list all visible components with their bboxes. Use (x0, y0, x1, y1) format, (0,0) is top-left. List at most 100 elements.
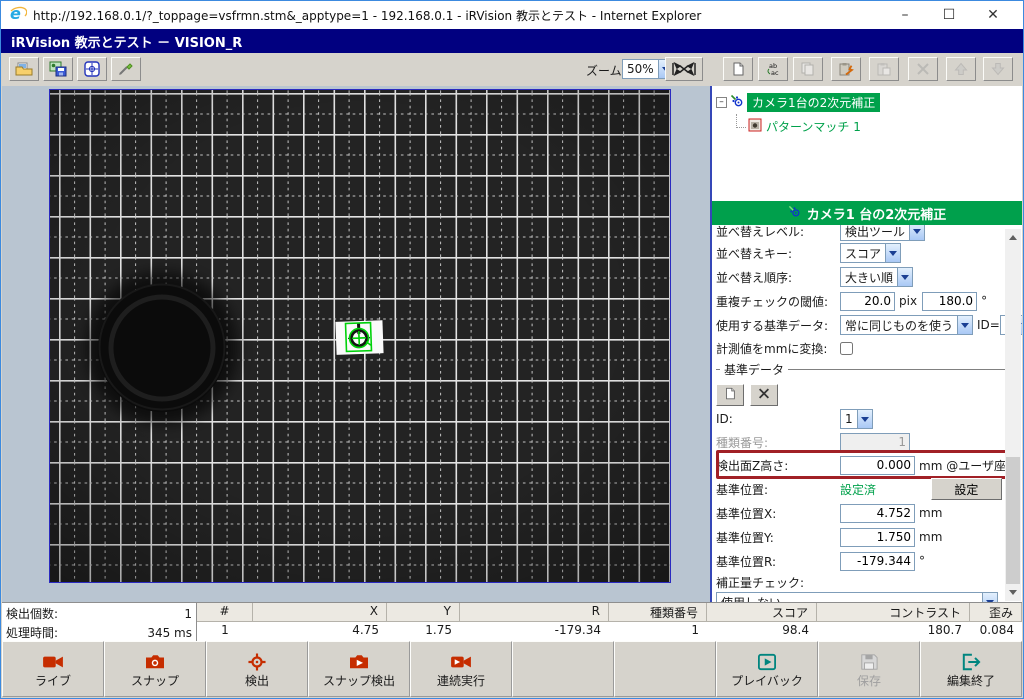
crosshair-grid-icon (83, 61, 101, 77)
ref-r-input[interactable] (840, 552, 915, 571)
scroll-thumb[interactable] (1006, 457, 1020, 585)
snap-button[interactable]: スナップ (104, 641, 206, 697)
panel-header: カメラ1 台の2次元補正 (712, 201, 1022, 225)
ref-data-group-label: 基準データ (720, 361, 788, 378)
close-button[interactable]: ✕ (971, 2, 1015, 28)
chevron-down-icon[interactable] (857, 410, 872, 428)
calibration-icon (730, 94, 744, 111)
sort-key-row: 並べ替えキー: スコア (716, 241, 1020, 265)
sort-order-row: 並べ替え順序: 大きい順 (716, 265, 1020, 289)
col-y: Y (387, 603, 460, 621)
dropper-button[interactable] (111, 57, 141, 81)
ref-data-select[interactable]: 常に同じものを使う (840, 315, 973, 335)
id-select[interactable]: 1 (840, 409, 873, 429)
fit-view-button[interactable] (665, 57, 703, 81)
tree-expander-icon[interactable]: – (716, 97, 727, 108)
live-icon (41, 651, 65, 673)
overlap-label: 重複チェックの閾値: (716, 293, 840, 310)
type-number-label: 種類番号: (716, 434, 840, 451)
tree-connector (736, 114, 746, 128)
chevron-down-icon[interactable] (909, 225, 924, 240)
continuous-run-icon (449, 651, 473, 673)
z-height-label: 検出面Z高さ: (716, 457, 840, 474)
scroll-up-arrow[interactable] (1005, 229, 1021, 246)
overlap-pix-input[interactable] (840, 292, 895, 311)
app-header: iRVision 教示とテスト － VISION_R (1, 29, 1023, 53)
chevron-down-icon[interactable] (897, 268, 912, 286)
col-index: # (197, 603, 253, 621)
process-time-label: 処理時間: (6, 624, 104, 641)
playback-button[interactable]: プレイバック (716, 641, 818, 697)
paste-icon (876, 62, 892, 76)
camera-image[interactable] (49, 89, 671, 583)
convert-mm-label: 計測値をmmに変換: (716, 340, 840, 357)
ref-x-input[interactable] (840, 504, 915, 523)
rename-tool-button[interactable]: ab ac (758, 57, 788, 81)
type-number-input (840, 433, 910, 452)
browser-window: e http://192.168.0.1/?_toppage=vsfrmn.st… (0, 0, 1024, 699)
offset-check-row: 使用しない (716, 591, 1020, 602)
empty-button-2 (614, 641, 716, 697)
ref-data-delete-button[interactable] (750, 384, 778, 406)
copy-tool-button[interactable] (793, 57, 823, 81)
snap-find-button[interactable]: スナップ検出 (308, 641, 410, 697)
col-r: R (460, 603, 609, 621)
find-button[interactable]: 検出 (206, 641, 308, 697)
id-equals-label: ID= (977, 318, 1000, 332)
find-target-icon (245, 651, 269, 673)
maximize-button[interactable]: ☐ (927, 2, 971, 28)
ref-data-group-divider: 基準データ (716, 369, 1006, 383)
offset-check-select[interactable]: 使用しない (716, 592, 998, 602)
continuous-run-button[interactable]: 連続実行 (410, 641, 512, 697)
tree-child-label[interactable]: パターンマッチ 1 (766, 118, 861, 135)
z-height-input[interactable] (840, 456, 915, 475)
minimize-button[interactable]: – (883, 2, 927, 28)
col-score: スコア (707, 603, 817, 621)
ref-data-use-row: 使用する基準データ: 常に同じものを使う ID= 1 (716, 313, 1020, 337)
results-band: 検出個数: 1 処理時間: 345 ms # X Y R 種類番号 スコア コン… (2, 602, 1022, 642)
panel-header-label: カメラ1 台の2次元補正 (807, 204, 947, 223)
move-up-button[interactable] (946, 57, 976, 81)
ref-y-input[interactable] (840, 528, 915, 547)
overlap-deg-input[interactable] (922, 292, 977, 311)
tree-root-label[interactable]: カメラ1台の2次元補正 (747, 93, 880, 112)
sort-order-select[interactable]: 大きい順 (840, 267, 913, 287)
scroll-down-arrow[interactable] (1005, 584, 1021, 601)
chevron-down-icon[interactable] (885, 244, 900, 262)
grid-center-button[interactable] (77, 57, 107, 81)
paste-special-button[interactable] (831, 57, 861, 81)
new-tool-button[interactable] (723, 57, 753, 81)
window-title: http://192.168.0.1/?_toppage=vsfrmn.stm&… (33, 7, 883, 24)
found-count-value: 1 (104, 607, 192, 621)
delete-x-icon (757, 387, 771, 400)
rename-icon: ab ac (765, 62, 781, 76)
ref-x-row: 基準位置X: mm (716, 501, 1020, 525)
save-image-button[interactable] (43, 57, 73, 81)
convert-mm-checkbox[interactable] (840, 342, 853, 355)
chevron-down-icon[interactable] (957, 316, 972, 334)
tree-node-pattern-match[interactable]: パターンマッチ 1 (736, 118, 1022, 135)
results-header-row: # X Y R 種類番号 スコア コントラスト 歪み (197, 603, 1022, 622)
col-x: X (253, 603, 387, 621)
chevron-down-icon[interactable] (982, 593, 997, 602)
ref-r-label: 基準位置R: (716, 553, 840, 570)
offset-check-label: 補正量チェック: (716, 574, 804, 591)
set-button[interactable]: 設定 (931, 478, 1002, 500)
ref-data-new-button[interactable] (716, 384, 744, 406)
ref-y-row: 基準位置Y: mm (716, 525, 1020, 549)
paste-special-icon (838, 62, 854, 76)
live-button[interactable]: ライブ (2, 641, 104, 697)
paste-tool-button[interactable] (869, 57, 899, 81)
sort-level-select[interactable]: 検出ツール (840, 225, 925, 241)
sort-key-select[interactable]: スコア (840, 243, 901, 263)
end-edit-button[interactable]: 編集終了 (920, 641, 1022, 697)
open-image-button[interactable] (9, 57, 39, 81)
move-down-button[interactable] (983, 57, 1013, 81)
fit-view-icon (671, 60, 697, 78)
panel-scrollbar[interactable] (1005, 229, 1021, 601)
delete-tool-button[interactable] (908, 57, 938, 81)
pix-unit: pix (899, 294, 917, 308)
col-type: 種類番号 (609, 603, 707, 621)
table-row[interactable]: 1 4.75 1.75 -179.34 1 98.4 180.7 0.084 (197, 622, 1022, 642)
tree-node-root[interactable]: – カメラ1台の2次元補正 (716, 93, 1022, 112)
